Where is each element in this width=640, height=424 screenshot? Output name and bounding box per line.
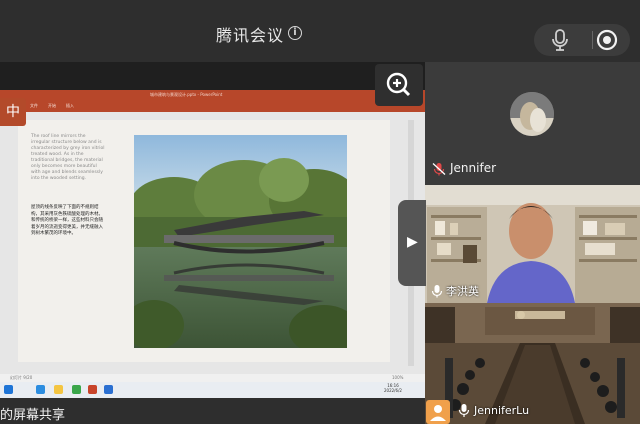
mic-muted-icon [432,161,446,176]
microphone-button[interactable] [548,28,572,52]
user-icon [430,405,446,421]
windows-start-icon[interactable] [4,385,13,394]
participant-name: JenniferLu [474,404,530,417]
screen-share-caption: 的屏幕共享 [0,408,66,423]
windows-taskbar [0,382,425,398]
zoom-in-button[interactable] [375,64,423,106]
zoom-level: 100% [392,375,404,380]
record-icon [596,29,618,51]
next-page-button[interactable]: ▶ [398,200,426,286]
ribbon-tab[interactable]: 文件 [30,103,38,109]
tencent-meeting-window: 腾讯会议 i 城市建筑与景观设计.pptx - PowerPoint 文件 开始… [0,0,640,424]
taskbar-clock: 16:16 2022/6/2 [384,383,402,393]
info-icon[interactable]: i [288,26,302,40]
slide-counter: 幻灯片 9/20 [10,375,33,380]
meeting-title: 腾讯会议 [216,26,285,45]
edge-icon[interactable] [36,385,45,394]
microphone-icon [458,403,470,418]
zoom-in-icon [386,72,411,97]
participant-avatar-badge [426,400,450,424]
ppt-window-title: 城市建筑与景观设计.pptx - PowerPoint [150,92,223,97]
language-badge[interactable]: 中 [0,98,26,126]
avatar [510,92,554,136]
ribbon-tab[interactable]: 开始 [48,103,56,109]
microphone-icon [431,283,443,298]
ppt-ribbon [0,100,425,112]
folder-icon[interactable] [54,385,63,394]
meeting-app-icon[interactable] [104,385,113,394]
taskbar-date: 2022/6/2 [384,388,402,393]
control-divider [592,31,593,49]
participant-name: 李洪英 [446,285,479,298]
microphone-icon [552,29,568,51]
chat-icon[interactable] [72,385,81,394]
bridge-photo [134,135,347,348]
ppt-statusbar [0,374,425,382]
slide-text-chinese: 屋顶的线条反映了下面的不规则结构，其采用灰色铁硫酸处理的木材。和传统的桥梁一样，… [31,205,103,236]
ribbon-tab[interactable]: 插入 [66,103,74,109]
participant-name: Jennifer [450,161,497,175]
record-button[interactable] [596,29,618,51]
powerpoint-icon[interactable] [88,385,97,394]
slide-text-english: The roof line mirrors the irregular stru… [31,134,105,181]
chevron-right-icon: ▶ [407,234,418,250]
